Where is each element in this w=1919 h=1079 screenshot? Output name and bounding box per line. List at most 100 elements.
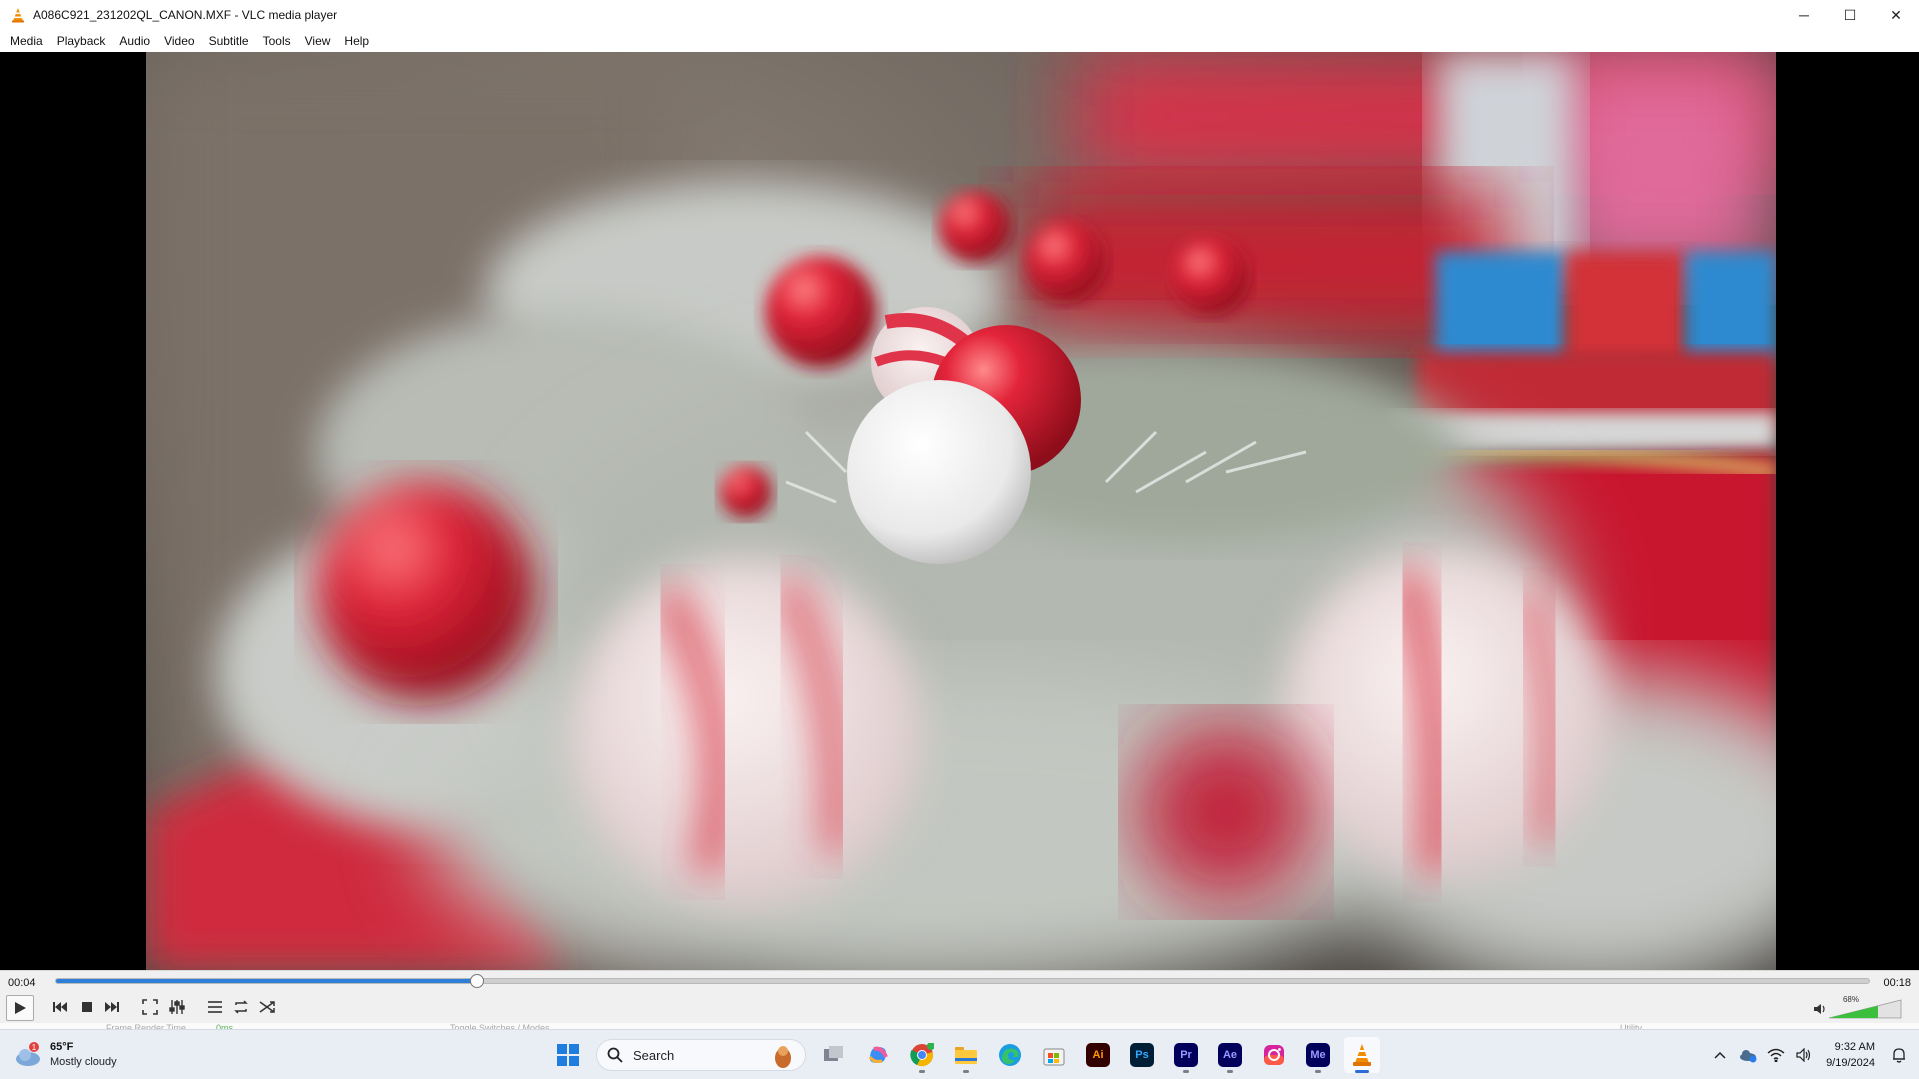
taskbar-microsoft-store[interactable] bbox=[1036, 1037, 1072, 1073]
playlist-button[interactable] bbox=[203, 995, 227, 1019]
chevron-up-icon bbox=[1714, 1051, 1726, 1059]
taskbar-media-encoder[interactable]: Me bbox=[1300, 1037, 1336, 1073]
taskbar-edge[interactable] bbox=[992, 1037, 1028, 1073]
task-view-icon bbox=[824, 1046, 843, 1061]
folder-icon bbox=[955, 1047, 977, 1064]
taskbar-photoshop[interactable]: Ps bbox=[1124, 1037, 1160, 1073]
menu-view[interactable]: View bbox=[298, 30, 338, 52]
photoshop-icon: Ps bbox=[1130, 1043, 1154, 1067]
taskbar-illustrator[interactable]: Ai bbox=[1080, 1037, 1116, 1073]
taskbar-premiere[interactable]: Pr bbox=[1168, 1037, 1204, 1073]
running-indicator bbox=[1227, 1070, 1233, 1073]
taskbar-chrome[interactable] bbox=[904, 1037, 940, 1073]
edge-icon bbox=[999, 1044, 1021, 1066]
elapsed-time: 00:04 bbox=[8, 977, 36, 989]
fullscreen-button[interactable] bbox=[138, 995, 162, 1019]
taskbar-instagram[interactable] bbox=[1256, 1037, 1292, 1073]
after-effects-icon: Ae bbox=[1218, 1043, 1242, 1067]
play-icon bbox=[15, 1002, 26, 1014]
notifications-button[interactable] bbox=[1885, 1041, 1913, 1069]
cloud-weather-icon: 1 bbox=[16, 1042, 40, 1066]
speaker-tray-icon bbox=[1796, 1048, 1811, 1062]
volume-slider[interactable] bbox=[1829, 997, 1903, 1019]
store-icon bbox=[1043, 1048, 1065, 1066]
taskbar-copilot[interactable] bbox=[860, 1037, 896, 1073]
loop-icon bbox=[234, 1000, 248, 1014]
extended-settings-icon bbox=[169, 1000, 185, 1014]
search-highlight-icon bbox=[775, 1046, 791, 1068]
show-hidden-icons-button[interactable] bbox=[1706, 1041, 1734, 1069]
taskbar: 1 65°F Mostly cloudy Search Ai Ps Pr Ae … bbox=[0, 1029, 1919, 1079]
control-buttons-row bbox=[0, 995, 1919, 1021]
extended-settings-button[interactable] bbox=[165, 995, 189, 1019]
previous-button[interactable] bbox=[48, 995, 72, 1019]
running-indicator bbox=[919, 1070, 925, 1073]
taskbar-apps: Search Ai Ps Pr Ae Me bbox=[546, 1036, 1384, 1074]
menu-audio[interactable]: Audio bbox=[112, 30, 157, 52]
playlist-icon bbox=[208, 1001, 222, 1013]
menu-media[interactable]: Media bbox=[3, 30, 50, 52]
previous-icon bbox=[53, 1002, 67, 1012]
title-bar: A086C921_231202QL_CANON.MXF - VLC media … bbox=[0, 0, 1919, 30]
stop-icon bbox=[82, 1002, 92, 1012]
weather-desc: Mostly cloudy bbox=[50, 1056, 117, 1068]
menu-subtitle[interactable]: Subtitle bbox=[202, 30, 256, 52]
window-controls: ─ ☐ ✕ bbox=[1781, 0, 1919, 30]
player-controls: 00:04 00:18 68% bbox=[0, 970, 1919, 1023]
total-time: 00:18 bbox=[1883, 977, 1911, 989]
close-button[interactable]: ✕ bbox=[1873, 0, 1919, 30]
taskbar-vlc[interactable] bbox=[1344, 1037, 1380, 1073]
running-indicator bbox=[1315, 1070, 1321, 1073]
menu-bar: Media Playback Audio Video Subtitle Tool… bbox=[0, 30, 1919, 52]
stop-button[interactable] bbox=[75, 995, 99, 1019]
wifi-icon bbox=[1767, 1048, 1785, 1062]
weather-widget[interactable]: 1 65°F Mostly cloudy bbox=[14, 1038, 117, 1072]
illustrator-icon: Ai bbox=[1086, 1043, 1110, 1067]
loop-button[interactable] bbox=[229, 995, 253, 1019]
seek-bar-progress bbox=[56, 979, 477, 983]
system-clock[interactable]: 9:32 AM 9/19/2024 bbox=[1826, 1039, 1875, 1071]
video-display[interactable] bbox=[0, 52, 1919, 970]
taskbar-after-effects[interactable]: Ae bbox=[1212, 1037, 1248, 1073]
next-icon bbox=[105, 1002, 119, 1012]
shuffle-button[interactable] bbox=[255, 995, 279, 1019]
fullscreen-icon bbox=[142, 999, 158, 1015]
clock-date: 9/19/2024 bbox=[1826, 1057, 1875, 1069]
volume-tray-button[interactable] bbox=[1790, 1041, 1818, 1069]
taskbar-search[interactable]: Search bbox=[596, 1039, 806, 1071]
play-button[interactable] bbox=[6, 995, 34, 1021]
speaker-icon[interactable] bbox=[1813, 1003, 1827, 1015]
running-indicator bbox=[1355, 1070, 1369, 1073]
video-frame bbox=[146, 52, 1776, 970]
menu-playback[interactable]: Playback bbox=[50, 30, 113, 52]
video-still-christmas-ornaments bbox=[146, 52, 1776, 970]
start-button[interactable] bbox=[550, 1037, 586, 1073]
onedrive-button[interactable] bbox=[1734, 1041, 1762, 1069]
chrome-icon bbox=[910, 1043, 934, 1067]
maximize-button[interactable]: ☐ bbox=[1827, 0, 1873, 30]
weather-badge: 1 bbox=[32, 1043, 37, 1052]
next-button[interactable] bbox=[100, 995, 124, 1019]
search-label: Search bbox=[633, 1047, 675, 1063]
window-title: A086C921_231202QL_CANON.MXF - VLC media … bbox=[33, 8, 338, 22]
minimize-button[interactable]: ─ bbox=[1781, 0, 1827, 30]
wifi-button[interactable] bbox=[1762, 1041, 1790, 1069]
vlc-cone-icon bbox=[1353, 1044, 1371, 1066]
search-icon bbox=[607, 1047, 623, 1063]
menu-help[interactable]: Help bbox=[337, 30, 376, 52]
system-tray: 9:32 AM 9/19/2024 bbox=[1706, 1030, 1919, 1079]
shuffle-icon bbox=[259, 1001, 275, 1013]
taskbar-task-view[interactable] bbox=[816, 1037, 852, 1073]
vlc-cone-icon bbox=[12, 8, 24, 23]
running-indicator bbox=[1183, 1070, 1189, 1073]
menu-tools[interactable]: Tools bbox=[256, 30, 298, 52]
seek-handle[interactable] bbox=[469, 974, 484, 988]
taskbar-file-explorer[interactable] bbox=[948, 1037, 984, 1073]
onedrive-icon bbox=[1740, 1050, 1757, 1063]
instagram-icon bbox=[1264, 1045, 1284, 1065]
weather-temp: 65°F bbox=[50, 1041, 74, 1053]
copilot-icon bbox=[868, 1046, 888, 1063]
windows-logo-icon bbox=[557, 1044, 579, 1066]
menu-video[interactable]: Video bbox=[157, 30, 201, 52]
seek-bar[interactable] bbox=[55, 974, 1870, 988]
